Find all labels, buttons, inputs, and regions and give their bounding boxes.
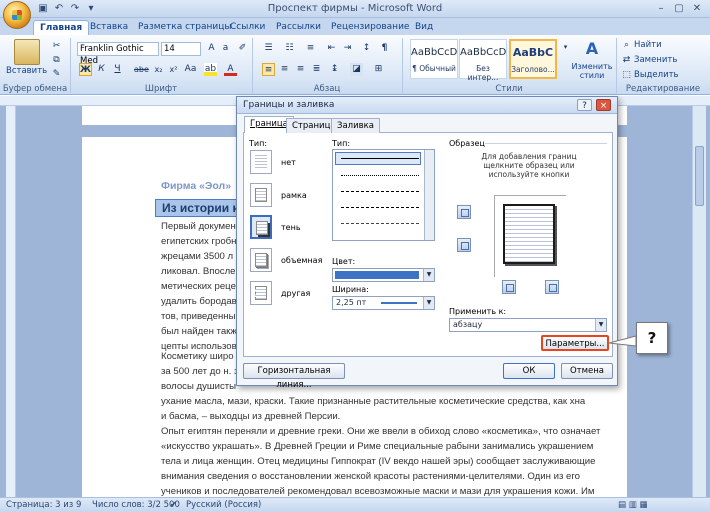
callout-pointer: [608, 335, 637, 347]
office-button[interactable]: [3, 1, 31, 29]
callout-question: ?: [636, 322, 668, 354]
